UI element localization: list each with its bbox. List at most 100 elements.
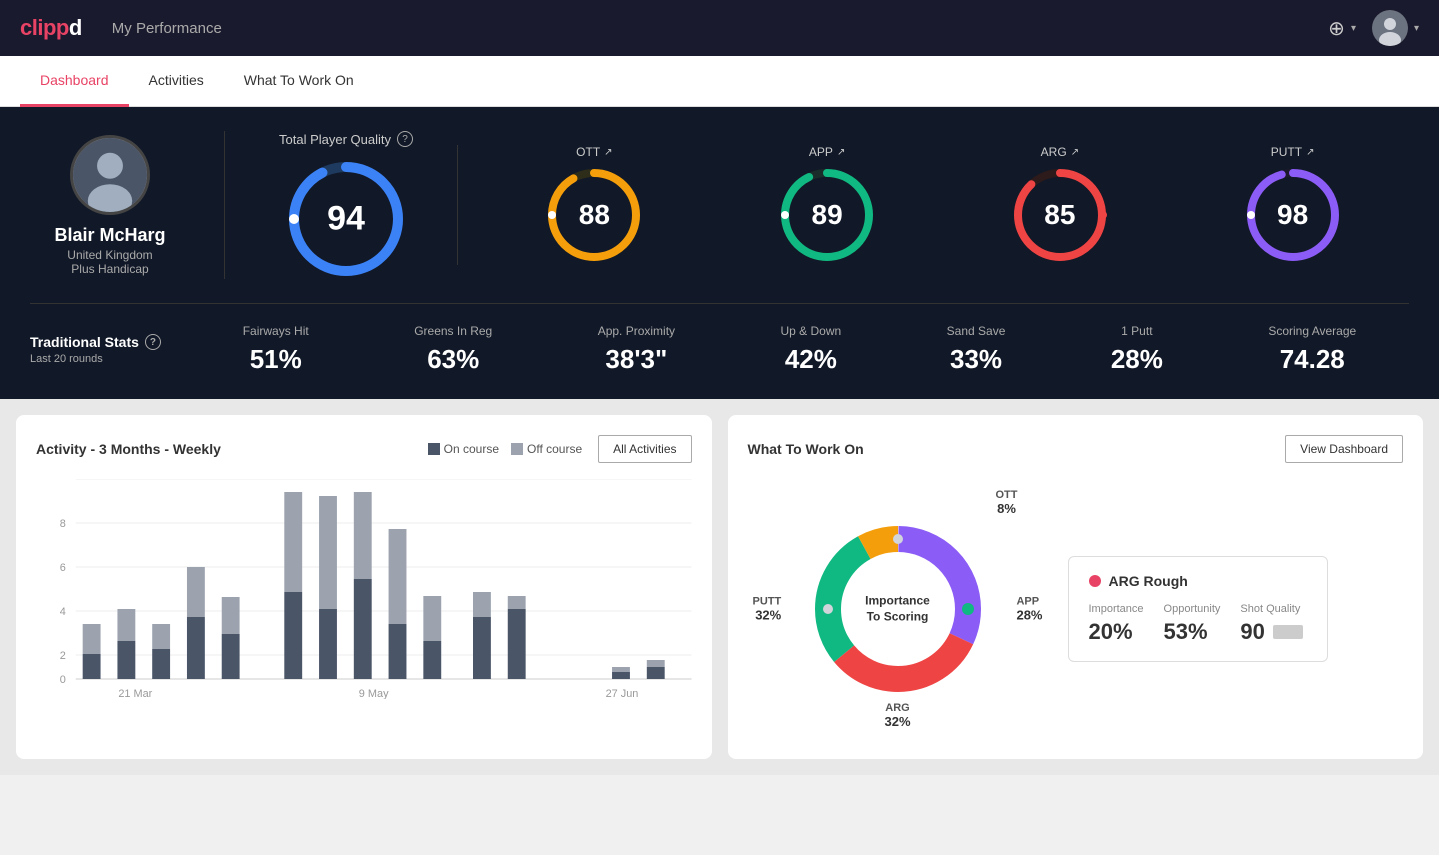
hero-section: Blair McHarg United Kingdom Plus Handica… [0,107,1439,399]
divider [224,131,225,279]
trad-stats-title: Traditional Stats ? [30,334,170,350]
svg-text:6: 6 [60,562,66,574]
putt-trend-icon: ↗ [1306,147,1314,158]
svg-text:0: 0 [60,674,66,686]
app-gauge-circle: 89 [777,165,877,265]
gauge-arg: ARG ↗ 85 [1010,145,1110,265]
user-chevron-icon: ▾ [1414,23,1419,34]
app-trend-icon: ↗ [837,147,845,158]
arg-trend-icon: ↗ [1071,147,1079,158]
gauge-arg-label: ARG ↗ [1041,145,1079,159]
view-dashboard-button[interactable]: View Dashboard [1285,435,1403,463]
player-name: Blair McHarg [54,225,165,246]
total-quality-value: 94 [327,200,365,239]
gauge-putt-label: PUTT ↗ [1271,145,1315,159]
ott-value: 88 [579,199,610,231]
activity-bar-chart: 0 2 4 6 8 [36,479,692,699]
activity-title: Activity - 3 Months - Weekly [36,441,221,457]
arg-gauge-circle: 85 [1010,165,1110,265]
svg-text:27 Jun: 27 Jun [606,688,639,699]
tab-activities[interactable]: Activities [129,56,224,107]
trad-stat-proximity: App. Proximity 38'3" [598,324,675,375]
header: clippd My Performance ⊕ ▾ ▾ [0,0,1439,56]
player-country: United Kingdom [67,248,152,262]
user-menu[interactable]: ▾ [1372,10,1419,46]
total-quality-help-icon[interactable]: ? [397,131,413,147]
trad-stats-label: Traditional Stats ? Last 20 rounds [30,334,170,365]
activity-controls: On course Off course All Activities [428,435,692,463]
legend-on-course: On course [428,442,499,456]
trad-stats-subtitle: Last 20 rounds [30,353,170,365]
svg-text:2: 2 [60,650,66,662]
arg-rough-dot [1089,575,1101,587]
nav-tabs: Dashboard Activities What To Work On [0,56,1439,107]
trad-stats-help-icon[interactable]: ? [145,334,161,350]
plus-circle-icon: ⊕ [1328,16,1345,41]
player-handicap: Plus Handicap [71,262,148,276]
add-chevron-icon: ▾ [1351,23,1356,34]
activity-header: Activity - 3 Months - Weekly On course O… [36,435,692,463]
work-on-panel: What To Work On View Dashboard OTT 8% AP… [728,415,1424,759]
gauges-section: OTT ↗ 88 APP ↗ [457,145,1409,265]
off-course-legend-dot [511,443,523,455]
work-on-content: OTT 8% APP 28% ARG 32% PUTT 32% [748,479,1404,739]
tab-dashboard[interactable]: Dashboard [20,56,129,107]
arg-rough-card: ARG Rough Importance 20% Opportunity 53% [1068,556,1328,662]
hero-top: Blair McHarg United Kingdom Plus Handica… [30,131,1409,279]
importance-metric: Importance 20% [1089,603,1144,645]
trad-stat-items: Fairways Hit 51% Greens In Reg 63% App. … [190,324,1409,375]
trad-stat-sandsave: Sand Save 33% [947,324,1006,375]
trad-stat-scoring: Scoring Average 74.28 [1268,324,1356,375]
traditional-stats: Traditional Stats ? Last 20 rounds Fairw… [30,303,1409,375]
shot-quality-metric: Shot Quality 90 [1240,603,1302,645]
total-quality-section: Total Player Quality ? 94 [259,131,433,279]
work-on-title: What To Work On [748,441,864,457]
add-button[interactable]: ⊕ ▾ [1328,16,1356,41]
tab-what-to-work-on[interactable]: What To Work On [224,56,374,107]
legend-off-course: Off course [511,442,582,456]
svg-text:8: 8 [60,518,66,530]
gauge-app-label: APP ↗ [809,145,845,159]
ott-gauge-circle: 88 [544,165,644,265]
svg-text:21 Mar: 21 Mar [118,688,152,699]
player-info: Blair McHarg United Kingdom Plus Handica… [30,135,190,276]
trad-stat-gir: Greens In Reg 63% [414,324,492,375]
all-activities-button[interactable]: All Activities [598,435,691,463]
arg-donut-label: ARG 32% [884,702,910,729]
gauge-putt: PUTT ↗ 98 [1243,145,1343,265]
chart-legend: On course Off course [428,442,583,456]
putt-gauge-circle: 98 [1243,165,1343,265]
ott-donut-label: OTT 8% [996,489,1018,516]
ott-trend-icon: ↗ [604,147,612,158]
gauge-app: APP ↗ 89 [777,145,877,265]
arg-rough-card-title: ARG Rough [1089,573,1307,589]
bottom-panels: Activity - 3 Months - Weekly On course O… [0,399,1439,775]
gauge-ott: OTT ↗ 88 [544,145,644,265]
trad-stat-fairways: Fairways Hit 51% [243,324,309,375]
work-on-header: What To Work On View Dashboard [748,435,1404,463]
svg-text:9 May: 9 May [359,688,389,699]
logo-text: clippd [20,15,82,41]
header-title: My Performance [112,20,222,37]
gauge-ott-label: OTT ↗ [576,145,612,159]
putt-value: 98 [1277,199,1308,231]
arg-value: 85 [1044,199,1075,231]
opportunity-metric: Opportunity 53% [1164,603,1221,645]
app-donut-label: APP 28% [1006,596,1042,623]
arg-rough-metrics: Importance 20% Opportunity 53% Shot Qual… [1089,603,1307,645]
donut-chart-container: OTT 8% APP 28% ARG 32% PUTT 32% [748,479,1048,739]
header-actions: ⊕ ▾ ▾ [1328,10,1419,46]
activity-panel: Activity - 3 Months - Weekly On course O… [16,415,712,759]
user-avatar[interactable] [1372,10,1408,46]
svg-text:4: 4 [60,606,66,618]
total-quality-label: Total Player Quality ? [279,131,413,147]
on-course-legend-dot [428,443,440,455]
shot-quality-bar [1273,625,1303,639]
app-value: 89 [812,199,843,231]
trad-stat-updown: Up & Down 42% [781,324,842,375]
putt-donut-label: PUTT 32% [753,596,792,623]
total-quality-gauge: 94 [286,159,406,279]
player-avatar [70,135,150,215]
donut-center-label: Importance To Scoring [865,593,930,624]
trad-stat-1putt: 1 Putt 28% [1111,324,1163,375]
